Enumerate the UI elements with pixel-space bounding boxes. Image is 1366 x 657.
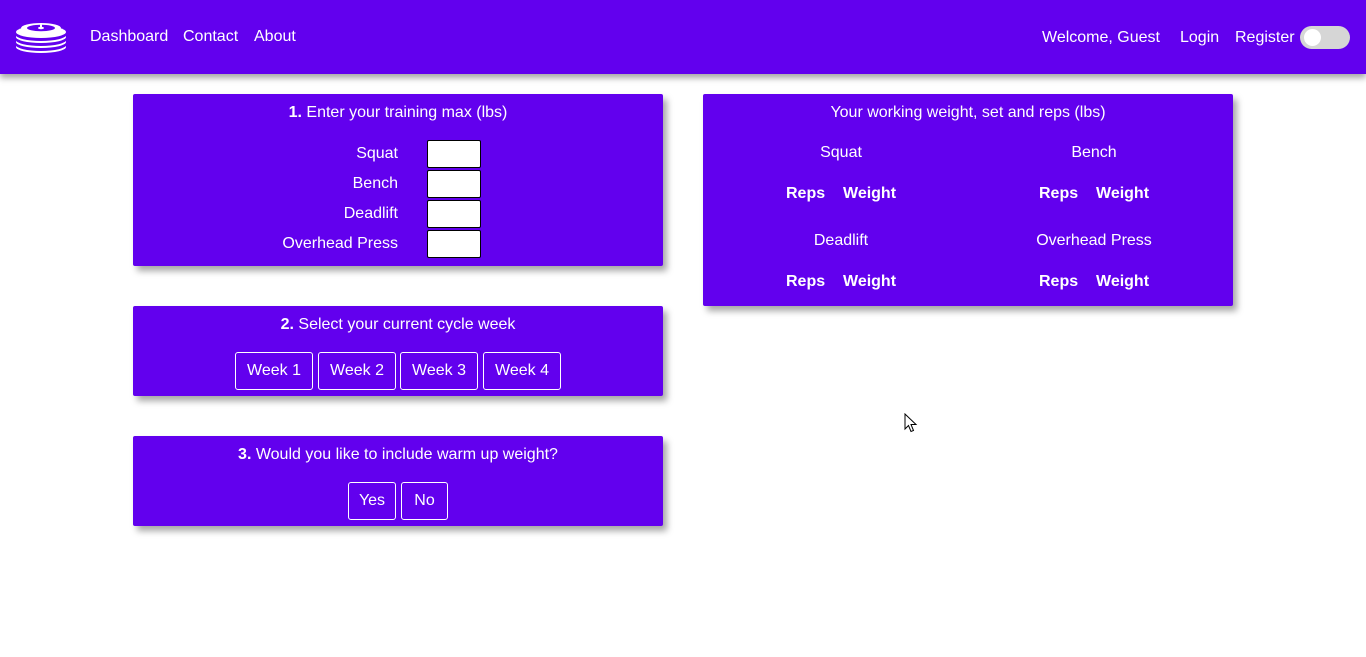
- result-deadlift: Deadlift Reps Weight: [741, 230, 941, 290]
- result-squat: Squat Reps Weight: [741, 142, 941, 202]
- week-2-button[interactable]: Week 2: [318, 352, 396, 390]
- lift-row-overhead-press: Overhead Press: [133, 230, 663, 260]
- weight-header: Weight: [1096, 185, 1150, 202]
- training-max-card: 1. Enter your training max (lbs) Squat B…: [133, 94, 663, 266]
- step-title: Enter your training max (lbs): [306, 104, 508, 121]
- week-3-button[interactable]: Week 3: [400, 352, 478, 390]
- reps-header: Reps: [1039, 273, 1079, 290]
- result-overhead-press: Overhead Press Reps Weight: [994, 230, 1194, 290]
- nav-link-contact[interactable]: Contact: [183, 28, 238, 46]
- nav-link-about[interactable]: About: [254, 28, 296, 46]
- squat-input[interactable]: [427, 140, 481, 168]
- step-number: 3.: [238, 446, 252, 463]
- result-bench: Bench Reps Weight: [994, 142, 1194, 202]
- theme-toggle[interactable]: [1300, 26, 1350, 49]
- results-card: Your working weight, set and reps (lbs) …: [703, 94, 1233, 306]
- weight-header: Weight: [843, 273, 897, 290]
- top-navbar: Dashboard Contact About Welcome, Guest L…: [0, 0, 1366, 74]
- week-4-button[interactable]: Week 4: [483, 352, 561, 390]
- squat-label: Squat: [356, 145, 398, 162]
- weight-header: Weight: [843, 185, 897, 202]
- overhead-press-label: Overhead Press: [282, 235, 398, 252]
- lift-row-deadlift: Deadlift: [133, 200, 663, 230]
- login-link[interactable]: Login: [1180, 29, 1219, 47]
- overhead-press-input[interactable]: [427, 230, 481, 258]
- step-title: Would you like to include warm up weight…: [255, 446, 558, 463]
- warm-up-title: 3. Would you like to include warm up wei…: [133, 446, 663, 464]
- deadlift-label: Deadlift: [343, 205, 398, 222]
- cycle-week-title: 2. Select your current cycle week: [133, 316, 663, 334]
- lift-row-bench: Bench: [133, 170, 663, 200]
- weight-plates-logo-icon[interactable]: [15, 20, 67, 54]
- lift-row-squat: Squat: [133, 140, 663, 170]
- cycle-week-card: 2. Select your current cycle week Week 1…: [133, 306, 663, 396]
- welcome-text: Welcome, Guest: [1042, 29, 1160, 46]
- deadlift-input[interactable]: [427, 200, 481, 228]
- week-1-button[interactable]: Week 1: [235, 352, 313, 390]
- toggle-knob: [1304, 29, 1321, 46]
- bench-label: Bench: [352, 175, 398, 192]
- results-title: Your working weight, set and reps (lbs): [830, 104, 1106, 121]
- nav-link-dashboard[interactable]: Dashboard: [90, 28, 168, 46]
- mouse-pointer-icon: [904, 413, 918, 433]
- weight-header: Weight: [1096, 273, 1150, 290]
- training-max-title: 1. Enter your training max (lbs): [133, 104, 663, 122]
- register-link[interactable]: Register: [1235, 29, 1295, 47]
- step-title: Select your current cycle week: [298, 316, 516, 333]
- warm-up-card: 3. Would you like to include warm up wei…: [133, 436, 663, 526]
- result-lift-name: Bench: [1071, 144, 1117, 161]
- no-button[interactable]: No: [401, 482, 448, 520]
- result-lift-name: Deadlift: [813, 232, 869, 249]
- bench-input[interactable]: [427, 170, 481, 198]
- step-number: 1.: [288, 104, 302, 121]
- reps-header: Reps: [786, 185, 826, 202]
- result-lift-name: Squat: [820, 144, 862, 161]
- step-number: 2.: [280, 316, 294, 333]
- result-lift-name: Overhead Press: [1036, 232, 1152, 249]
- reps-header: Reps: [1039, 185, 1079, 202]
- yes-button[interactable]: Yes: [348, 482, 396, 520]
- reps-header: Reps: [786, 273, 826, 290]
